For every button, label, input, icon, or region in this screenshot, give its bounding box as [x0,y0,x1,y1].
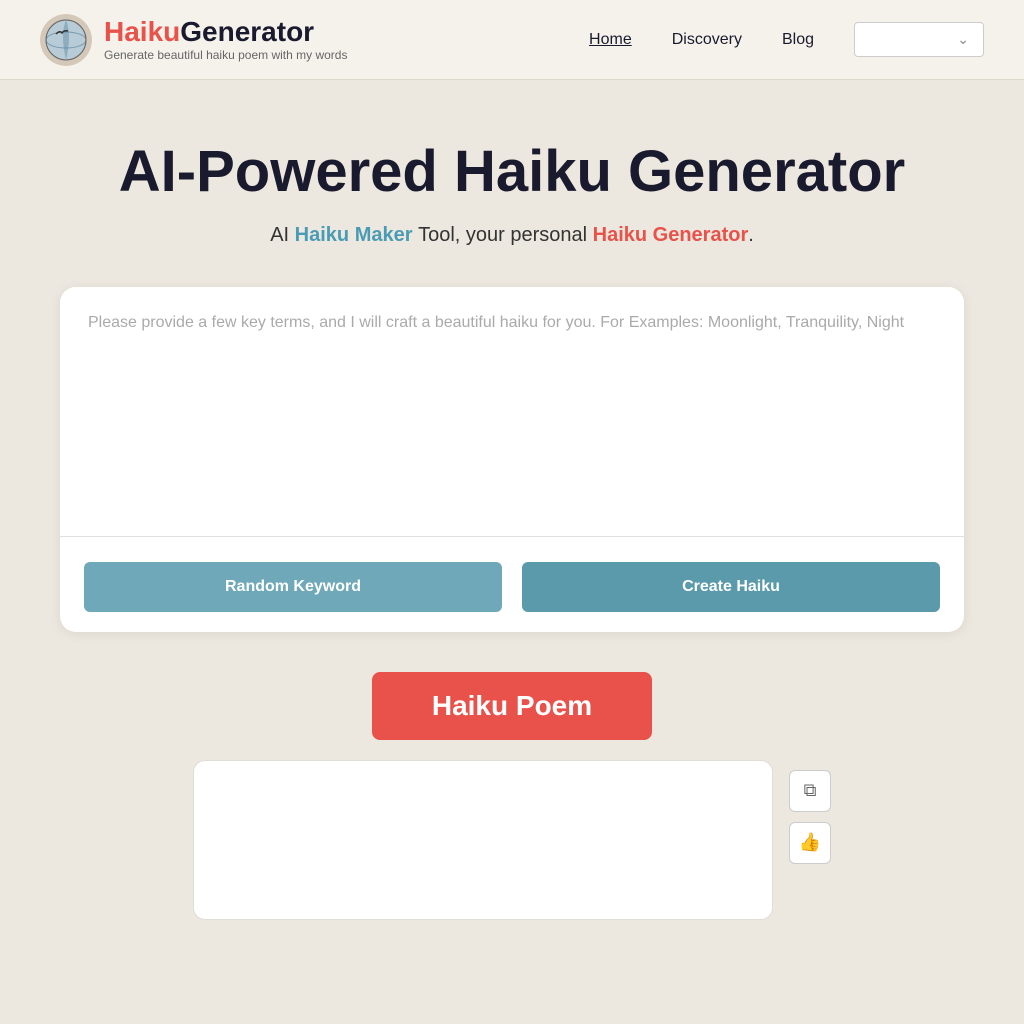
random-keyword-button[interactable]: Random Keyword [84,562,502,612]
create-haiku-button[interactable]: Create Haiku [522,562,940,612]
chevron-down-icon: ⌄ [957,31,969,48]
like-button[interactable]: 👍 [789,822,831,864]
haiku-card [193,760,773,920]
logo-generator-text: Generator [180,16,314,47]
logo-text: HaikuGenerator Generate beautiful haiku … [104,17,347,62]
subtitle-prefix: AI [270,224,289,246]
main-nav: Home Discovery Blog ⌄ [589,22,984,57]
hero-title: AI-Powered Haiku Generator [60,140,964,204]
logo-subtitle: Generate beautiful haiku poem with my wo… [104,48,347,62]
nav-discovery[interactable]: Discovery [672,31,742,49]
logo-area: HaikuGenerator Generate beautiful haiku … [40,14,347,66]
main-content: AI-Powered Haiku Generator AI Haiku Make… [0,80,1024,960]
haiku-section: Haiku Poem ⧉ 👍 [60,662,964,920]
subtitle-middle: Tool, your personal [418,224,587,246]
logo-title: HaikuGenerator [104,17,347,48]
input-card: Random Keyword Create Haiku [60,287,964,632]
nav-home[interactable]: Home [589,31,632,49]
keyword-input[interactable] [60,287,964,537]
haiku-badge: Haiku Poem [372,672,652,740]
button-row: Random Keyword Create Haiku [60,542,964,632]
logo-haiku-text: Haiku [104,16,180,47]
haiku-maker-label: Haiku Maker [295,224,413,246]
haiku-actions: ⧉ 👍 [789,760,831,864]
site-header: HaikuGenerator Generate beautiful haiku … [0,0,1024,80]
copy-button[interactable]: ⧉ [789,770,831,812]
nav-blog[interactable]: Blog [782,31,814,49]
haiku-generator-label: Haiku Generator [593,224,749,246]
logo-icon [40,14,92,66]
haiku-output-area: ⧉ 👍 [60,760,964,920]
subtitle-suffix: . [748,224,754,246]
hero-subtitle: AI Haiku Maker Tool, your personal Haiku… [60,224,964,247]
nav-dropdown[interactable]: ⌄ [854,22,984,57]
